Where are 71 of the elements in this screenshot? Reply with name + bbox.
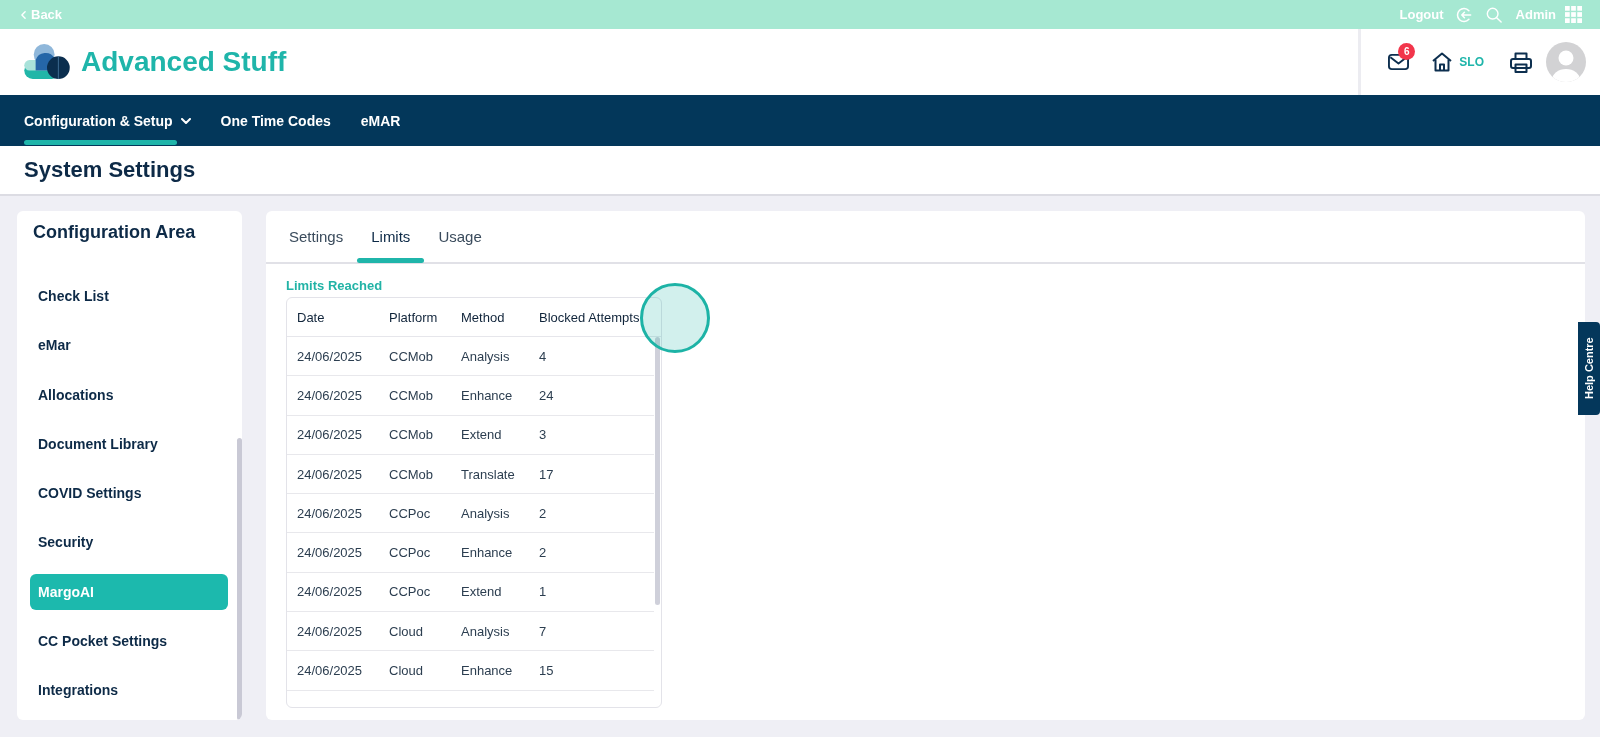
table-cell-text: 17 [538,466,555,482]
column-header: Platform [388,309,439,325]
sidebar-item[interactable]: COVID Settings [30,475,228,512]
table-cell-text: 24/06/2025 [296,348,364,364]
table-cell-text: 15 [538,663,555,678]
search-icon[interactable] [1485,6,1502,23]
table-cell-text: 24/06/2025 [296,545,364,561]
table-cell-text: 24 [538,387,555,403]
table-cell-text: 4 [538,348,548,364]
table-cell-text: CCMob [388,466,435,482]
table-cell-text: 24/06/2025 [296,466,364,482]
table-cell-text: 1 [538,584,548,600]
table-cell-text: 24/06/2025 [296,427,364,443]
table-cell-text: Enhance [460,663,514,678]
sidebar-item[interactable]: Security [30,524,228,561]
table-cell-text: Enhance [460,545,514,561]
table-cell-text: Analysis [460,348,511,364]
table-cell-text: 3 [538,427,548,443]
table-cell-text: CCMob [388,387,435,403]
nav-item[interactable]: eMAR [360,95,401,146]
app-title: Advanced Stuff [81,46,287,78]
home-icon [1431,52,1454,72]
table-cell-text: 2 [538,505,548,521]
help-centre-tab[interactable]: Help Centre [1578,322,1600,415]
tab[interactable]: Usage [424,211,496,262]
section-title: Limits Reached [286,277,384,294]
table-cell-text: 24/06/2025 [296,505,364,521]
sidebar-item[interactable]: eMar [30,327,228,364]
table-cell-text: CCPoc [388,545,432,561]
table-cell-text: Extend [460,427,503,443]
table-cell-text: 24/06/2025 [296,387,364,403]
table-cell-text: CCMob [388,348,435,364]
table-cell-text: Extend [460,584,503,600]
sidebar-item[interactable]: CC Pocket Settings [30,623,228,660]
notification-badge: 6 [1398,43,1416,60]
column-header: Method [460,309,506,325]
mail-icon[interactable] [1388,53,1410,71]
nav-item[interactable]: Configuration & Setup [24,95,191,146]
table-cell-text: 24/06/2025 [296,623,364,639]
table-cell-text: Analysis [460,623,511,639]
page-title: System Settings [24,157,196,183]
table-cell-text: CCPoc [388,584,432,600]
nav-item[interactable]: One Time Codes [220,95,331,146]
printer-icon[interactable] [1510,51,1532,73]
sidebar-item[interactable]: Allocations [30,376,228,413]
table-cell-text: 24/06/2025 [296,663,364,678]
sidebar-item[interactable]: Document Library [30,425,228,462]
table-cell-text: Enhance [460,387,514,403]
table-cell-text: 2 [538,545,548,561]
logout-icon[interactable] [1455,6,1472,23]
table-cell-text: Translate [460,466,516,482]
table-cell-text: 7 [538,623,548,639]
table-cell-text: Analysis [460,505,511,521]
apps-grid-icon[interactable] [1565,6,1582,23]
table-cell-text: Cloud [388,623,424,639]
scrollbar[interactable] [655,337,660,605]
tab[interactable]: Settings [275,211,358,262]
table-cell-text: 24/06/2025 [296,584,364,600]
scrollbar[interactable] [237,438,242,720]
table-cell-text: CCMob [388,427,435,443]
logo-icon [24,44,70,80]
table-cell-text: Cloud [388,663,424,678]
avatar-icon[interactable] [1546,42,1586,82]
column-header: Blocked Attempts [538,309,641,325]
table-cell-text: CCPoc [388,505,432,521]
sidebar-item[interactable]: Check List [30,278,228,314]
sidebar-item[interactable]: Integrations [30,672,228,709]
chevron-left-icon [21,10,26,19]
sidebar-title: Configuration Area [32,221,197,243]
column-header: Date [296,309,326,325]
tab[interactable]: Limits [357,211,425,262]
